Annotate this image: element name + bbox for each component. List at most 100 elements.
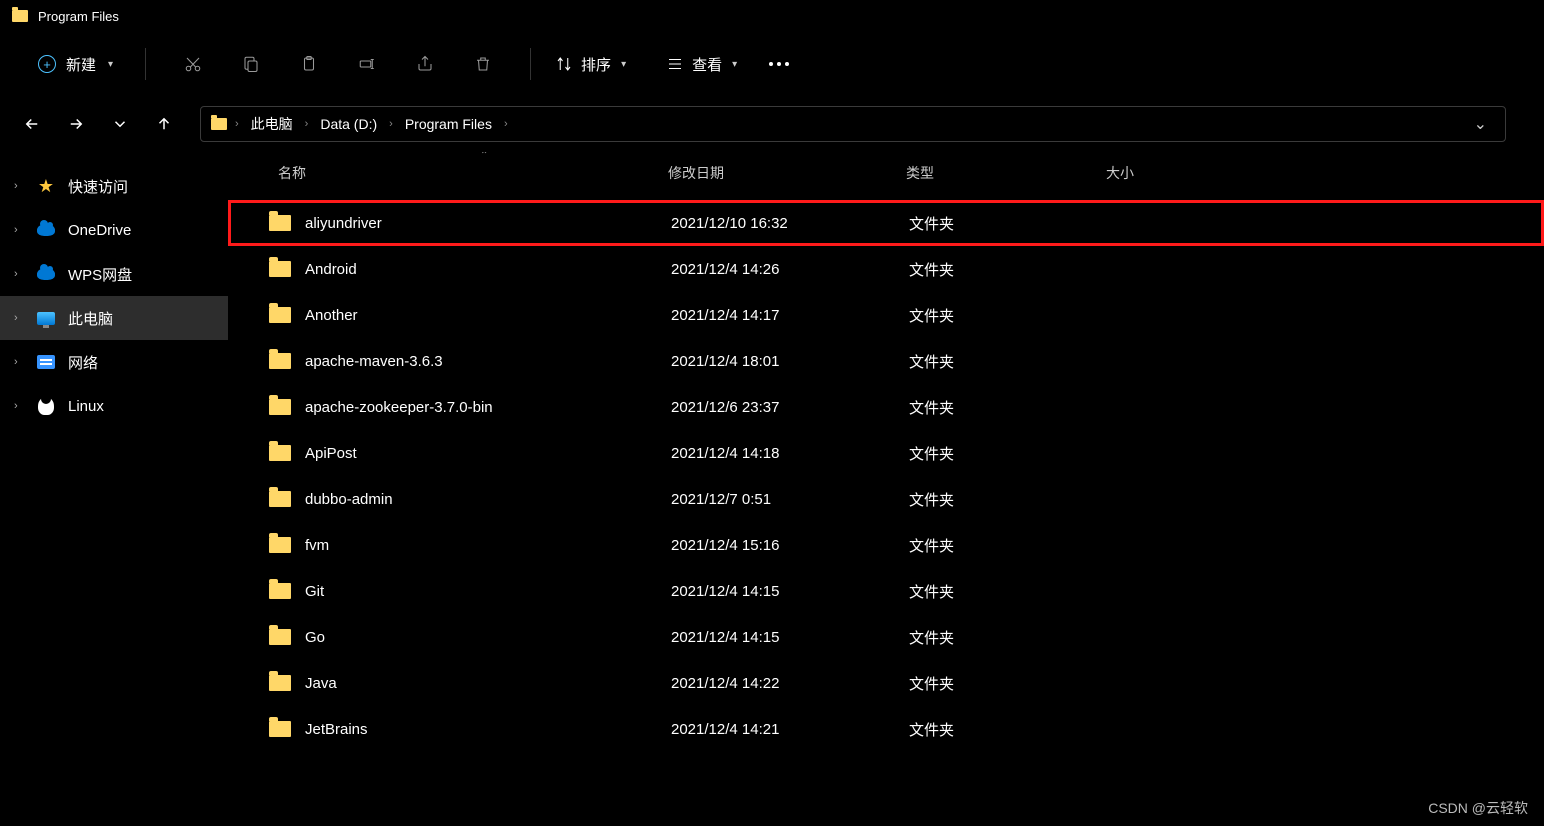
- sort-button[interactable]: 排序 ▾: [549, 45, 632, 83]
- cut-button[interactable]: [174, 45, 212, 83]
- paste-button[interactable]: [290, 45, 328, 83]
- new-label: 新建: [66, 54, 96, 75]
- table-row[interactable]: Another 2021/12/4 14:17 文件夹: [228, 292, 1544, 338]
- breadcrumb-item[interactable]: 此电脑: [247, 112, 297, 136]
- file-list: ⌃ 名称 修改日期 类型 大小 aliyundriver 2021/12/10 …: [228, 152, 1544, 826]
- sidebar-item[interactable]: ›WPS网盘: [0, 252, 228, 296]
- chevron-right-icon: ›: [305, 118, 309, 130]
- file-type: 文件夹: [909, 673, 1109, 694]
- file-date: 2021/12/7 0:51: [671, 491, 909, 508]
- column-headers: ⌃ 名称 修改日期 类型 大小: [228, 152, 1544, 194]
- chevron-right-icon: ›: [14, 312, 24, 324]
- file-type: 文件夹: [909, 581, 1109, 602]
- cloud-icon: [36, 264, 56, 284]
- up-button[interactable]: [146, 106, 182, 142]
- sort-label: 排序: [581, 54, 611, 75]
- table-row[interactable]: JetBrains 2021/12/4 14:21 文件夹: [228, 706, 1544, 752]
- file-date: 2021/12/6 23:37: [671, 399, 909, 416]
- file-type: 文件夹: [909, 351, 1109, 372]
- sidebar-item-label: WPS网盘: [68, 264, 132, 285]
- sort-indicator-icon: ⌃: [480, 152, 488, 161]
- file-date: 2021/12/4 18:01: [671, 353, 909, 370]
- plus-icon: [38, 55, 56, 73]
- chevron-right-icon: ›: [14, 400, 24, 412]
- new-button[interactable]: 新建 ▾: [24, 45, 127, 83]
- table-row[interactable]: fvm 2021/12/4 15:16 文件夹: [228, 522, 1544, 568]
- file-name: apache-maven-3.6.3: [305, 353, 443, 370]
- file-name: Android: [305, 261, 357, 278]
- file-type: 文件夹: [909, 213, 1109, 234]
- delete-button[interactable]: [464, 45, 502, 83]
- more-button[interactable]: [759, 52, 799, 76]
- file-name: JetBrains: [305, 721, 368, 738]
- file-date: 2021/12/4 14:26: [671, 261, 909, 278]
- file-date: 2021/12/4 14:21: [671, 721, 909, 738]
- sidebar-item-label: OneDrive: [68, 222, 131, 239]
- view-label: 查看: [692, 54, 722, 75]
- folder-icon: [269, 629, 291, 645]
- file-type: 文件夹: [909, 443, 1109, 464]
- breadcrumb-item[interactable]: Program Files: [401, 114, 496, 134]
- chevron-right-icon: ›: [389, 118, 393, 130]
- share-button[interactable]: [406, 45, 444, 83]
- file-type: 文件夹: [909, 719, 1109, 740]
- col-type[interactable]: 类型: [906, 163, 1106, 183]
- table-row[interactable]: Java 2021/12/4 14:22 文件夹: [228, 660, 1544, 706]
- divider: [530, 48, 531, 80]
- view-button[interactable]: 查看 ▾: [660, 45, 743, 83]
- sidebar-item[interactable]: ›★快速访问: [0, 164, 228, 208]
- folder-icon: [269, 399, 291, 415]
- sidebar-item-label: 网络: [68, 352, 98, 373]
- folder-icon: [12, 10, 28, 22]
- table-row[interactable]: apache-zookeeper-3.7.0-bin 2021/12/6 23:…: [228, 384, 1544, 430]
- table-row[interactable]: Android 2021/12/4 14:26 文件夹: [228, 246, 1544, 292]
- titlebar: Program Files: [0, 0, 1544, 32]
- file-date: 2021/12/4 14:15: [671, 583, 909, 600]
- folder-icon: [269, 215, 291, 231]
- table-row[interactable]: ApiPost 2021/12/4 14:18 文件夹: [228, 430, 1544, 476]
- sidebar-item-label: 此电脑: [68, 308, 113, 329]
- folder-icon: [269, 261, 291, 277]
- table-row[interactable]: Git 2021/12/4 14:15 文件夹: [228, 568, 1544, 614]
- sidebar-item[interactable]: › 此电脑: [0, 296, 228, 340]
- folder-icon: [269, 583, 291, 599]
- cloud-icon: [36, 220, 56, 240]
- table-row[interactable]: apache-maven-3.6.3 2021/12/4 18:01 文件夹: [228, 338, 1544, 384]
- toolbar: 新建 ▾ 排序 ▾ 查看 ▾: [0, 32, 1544, 96]
- back-button[interactable]: [14, 106, 50, 142]
- file-date: 2021/12/4 14:17: [671, 307, 909, 324]
- col-date[interactable]: 修改日期: [668, 163, 906, 183]
- forward-button[interactable]: [58, 106, 94, 142]
- recent-button[interactable]: [102, 106, 138, 142]
- file-date: 2021/12/4 14:22: [671, 675, 909, 692]
- file-type: 文件夹: [909, 397, 1109, 418]
- file-name: fvm: [305, 537, 329, 554]
- folder-icon: [269, 537, 291, 553]
- file-type: 文件夹: [909, 535, 1109, 556]
- breadcrumb-item[interactable]: Data (D:): [316, 114, 381, 134]
- file-name: dubbo-admin: [305, 491, 393, 508]
- copy-button[interactable]: [232, 45, 270, 83]
- sidebar-item[interactable]: ›网络: [0, 340, 228, 384]
- file-name: Another: [305, 307, 358, 324]
- table-row[interactable]: aliyundriver 2021/12/10 16:32 文件夹: [228, 200, 1544, 246]
- address-bar[interactable]: › 此电脑 › Data (D:) › Program Files › ⌄: [200, 106, 1506, 142]
- folder-icon: [269, 445, 291, 461]
- navbar: › 此电脑 › Data (D:) › Program Files › ⌄: [0, 96, 1544, 152]
- table-row[interactable]: dubbo-admin 2021/12/7 0:51 文件夹: [228, 476, 1544, 522]
- watermark: CSDN @云轻软: [1428, 798, 1528, 818]
- sidebar-item[interactable]: ›OneDrive: [0, 208, 228, 252]
- chevron-down-icon: ▾: [621, 59, 626, 70]
- col-size[interactable]: 大小: [1106, 163, 1266, 183]
- sidebar-item-label: Linux: [68, 398, 104, 415]
- rename-button[interactable]: [348, 45, 386, 83]
- col-name[interactable]: 名称: [228, 163, 668, 183]
- file-name: apache-zookeeper-3.7.0-bin: [305, 399, 493, 416]
- chevron-down-icon[interactable]: ⌄: [1466, 110, 1495, 138]
- folder-icon: [269, 353, 291, 369]
- file-name: Go: [305, 629, 325, 646]
- table-row[interactable]: Go 2021/12/4 14:15 文件夹: [228, 614, 1544, 660]
- folder-icon: [269, 307, 291, 323]
- divider: [145, 48, 146, 80]
- sidebar-item[interactable]: › Linux: [0, 384, 228, 428]
